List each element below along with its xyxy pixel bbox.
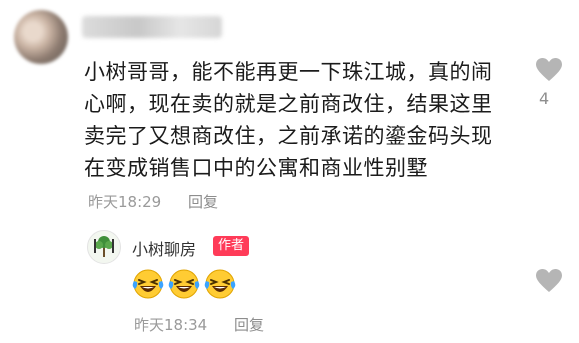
reply-avatar[interactable] [87, 230, 121, 264]
reply-heart-icon[interactable] [535, 268, 563, 294]
author-badge: 作者 [213, 236, 250, 256]
comment-heart-icon[interactable] [535, 57, 563, 83]
reply-username[interactable]: 小树聊房 [132, 236, 196, 260]
reply-emoji-row [132, 268, 236, 300]
reply-timestamp: 昨天18:34 [134, 316, 208, 334]
reply-meta: 昨天18:34 回复 [134, 314, 264, 335]
commenter-username-redacted[interactable] [82, 16, 222, 38]
laughing-crying-emoji-icon [204, 269, 236, 299]
laughing-crying-emoji-icon [168, 269, 200, 299]
comment-meta: 昨天18:29 回复 [88, 191, 218, 212]
laughing-crying-emoji-icon [132, 269, 164, 299]
comment-reply-button[interactable]: 回复 [188, 193, 218, 211]
tree-logo-icon [94, 236, 114, 257]
reply-reply-button[interactable]: 回复 [234, 316, 264, 334]
comment-text: 小树哥哥，能不能再更一下珠江城，真的闹 心啊，现在卖的就是之前商改住，结果这里 … [84, 60, 493, 180]
commenter-avatar[interactable] [14, 10, 68, 64]
comment-timestamp: 昨天18:29 [88, 193, 162, 211]
comment-like-count: 4 [539, 89, 550, 108]
